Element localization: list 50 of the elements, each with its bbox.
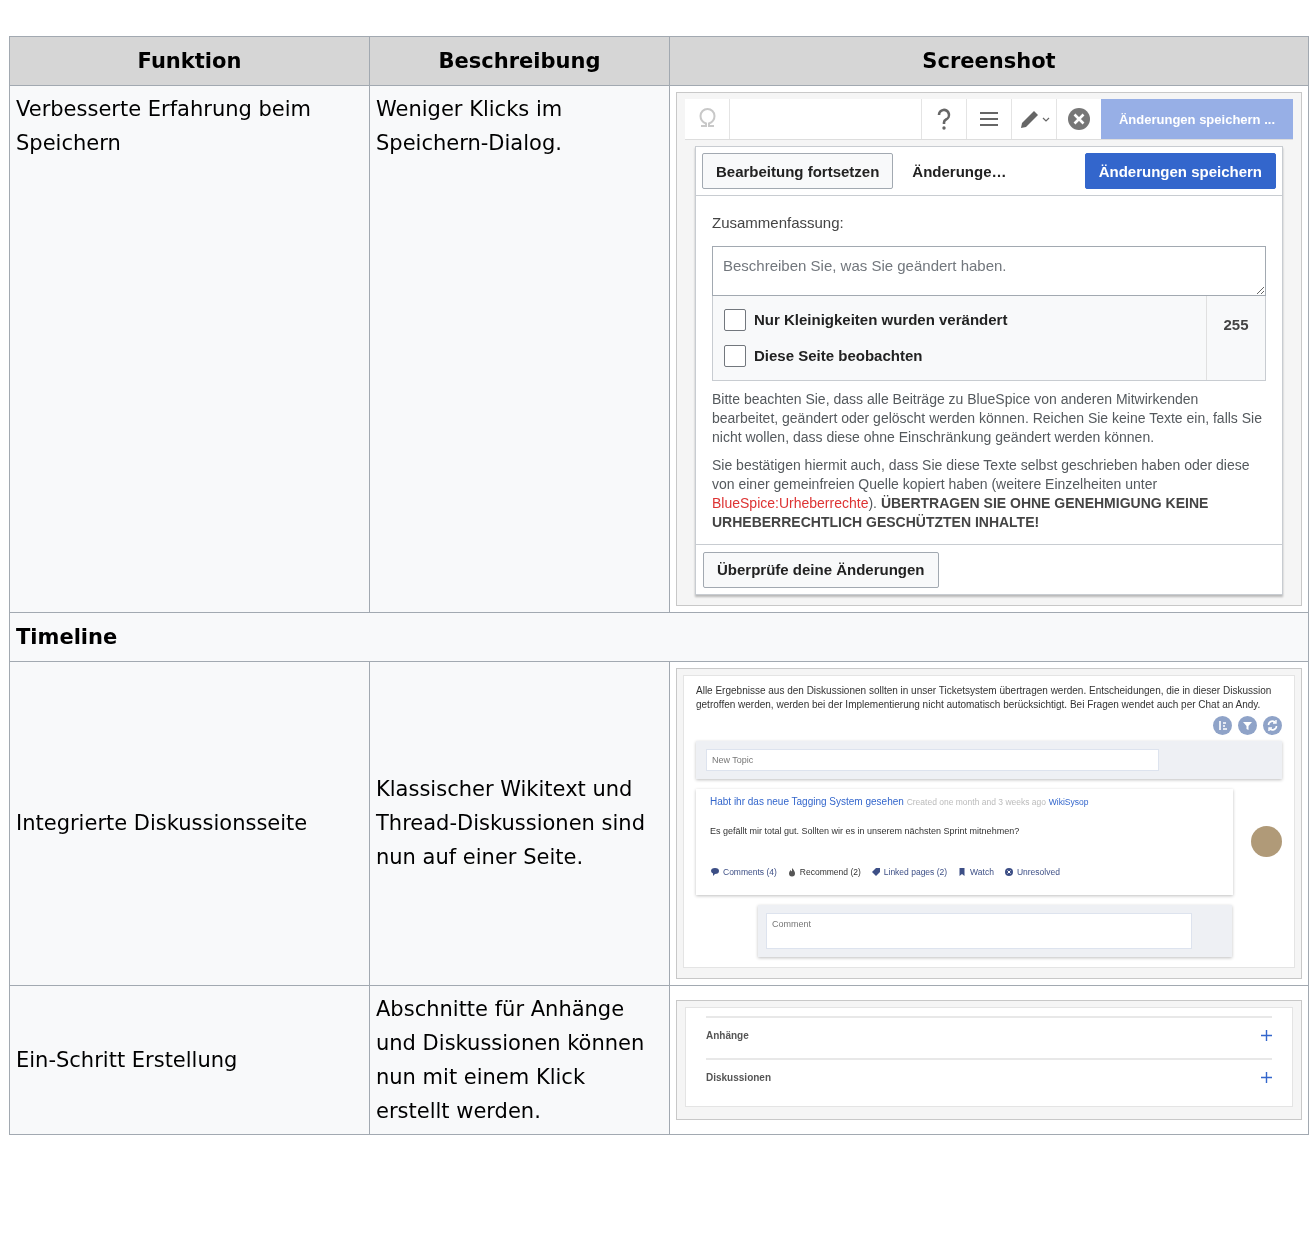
topic-action[interactable]: Unresolved (1003, 854, 1060, 889)
character-counter: 255 (1206, 296, 1265, 380)
close-icon[interactable] (1066, 107, 1091, 131)
topic-action[interactable]: Comments (4) (710, 854, 777, 889)
table-cell: Integrierte Diskussionsseite (10, 661, 370, 986)
topic-title[interactable]: Habt ihr das neue Tagging System gesehen (710, 795, 904, 807)
tag-icon (870, 866, 881, 877)
column-header: Screenshot (670, 37, 1309, 86)
table-cell: Abschnitte für Anhänge und Diskussionen können nun mit einem Klick erstellt werden. (370, 985, 670, 1135)
add-icon[interactable] (1261, 1030, 1272, 1041)
refresh-icon[interactable] (1263, 715, 1282, 735)
column-header: Funktion (10, 37, 370, 86)
table-cell: Ein-Schritt Erstellung (10, 985, 370, 1135)
column-header: Beschreibung (370, 37, 670, 86)
table-cell: Weniger Klicks im Speichern-Dialog. (370, 86, 670, 613)
topic-action[interactable]: Recommend (2) (786, 854, 861, 889)
comment-field[interactable]: Comment (766, 912, 1192, 949)
new-topic-field[interactable]: New Topic (706, 748, 1159, 771)
topic-text: Es gefällt mir total gut. Sollten wir es in unserem nächsten Sprint mitnehmen? (710, 824, 1021, 838)
notice-text: Bitte beachten Sie, dass alle Beiträge zu BlueSpice von anderen Mitwirkenden bearbeitet, geändert oder gelöscht werden können. Reichen Sie keine Texte ein, falls Sie nicht wollen, dass diese ohne Einschränkung geändert werden können. (712, 390, 1263, 447)
topic-date: Created one month and 3 weeks ago (906, 796, 1047, 807)
flame-icon (786, 866, 797, 877)
review-changes-button[interactable]: Überprüfe deine Änderungen (703, 551, 939, 588)
table-cell: Verbesserte Erfahrung beim Speichern (10, 86, 370, 613)
save-changes-button[interactable]: Änderungen speichern (1084, 153, 1276, 189)
add-icon[interactable] (1261, 1072, 1272, 1083)
avatar-photo (1251, 826, 1282, 857)
summary-label: Zusammenfassung: (712, 213, 845, 233)
filter-icon[interactable] (1238, 715, 1257, 735)
intro-text: Alle Ergebnisse aus den Diskussionen sollten in unser Ticketsystem übertragen werden. Entscheidungen, die in dieser Diskussion getroffen werden, werden bei der Implementierung nicht automatisch berücksichtigt. Bei Fragen wendet auch per Chat an Andy. (696, 683, 1273, 712)
bookmark-icon (957, 866, 968, 877)
sort-icon[interactable] (1213, 715, 1232, 735)
author-link[interactable]: WikiSysop (1048, 796, 1089, 807)
changes-tab[interactable]: Änderunge… (899, 153, 1020, 189)
checkbox[interactable] (724, 309, 746, 331)
license-text: Sie bestätigen hiermit auch, dass Sie diese Texte selbst geschrieben haben oder diese von einer gemeinfreien Quelle kopiert haben (weitere Einzelheiten unter BlueSpice:Urheberrechte). ÜBERTRAGEN SIE OHNE GENEHMIGUNG KEINE URHEBERRECHTLICH GESCHÜTZTEN INHALTE! (712, 456, 1251, 532)
topic-action[interactable]: Linked pages (2) (870, 854, 948, 889)
copyright-link[interactable]: BlueSpice:Urheberrechte (712, 495, 869, 511)
topic-action[interactable]: Watch (957, 854, 994, 889)
checkbox[interactable] (724, 345, 746, 367)
section-heading: Timeline (10, 612, 1309, 662)
section-label: Diskussionen (706, 1070, 772, 1085)
summary-field[interactable]: Beschreiben Sie, was Sie geändert haben. (712, 246, 1266, 296)
comments-icon (710, 866, 720, 877)
continue-editing-button[interactable]: Bearbeitung fortsetzen (702, 153, 894, 189)
checkbox-label[interactable]: Diese Seite beobachten (754, 339, 923, 373)
section-label: Anhänge (706, 1028, 749, 1043)
table-cell: Klassischer Wikitext und Thread-Diskussionen sind nun auf einer Seite. (370, 661, 670, 986)
close-circle-icon (1003, 866, 1014, 877)
checkbox-label[interactable]: Nur Kleinigkeiten wurden verändert (754, 303, 1008, 337)
